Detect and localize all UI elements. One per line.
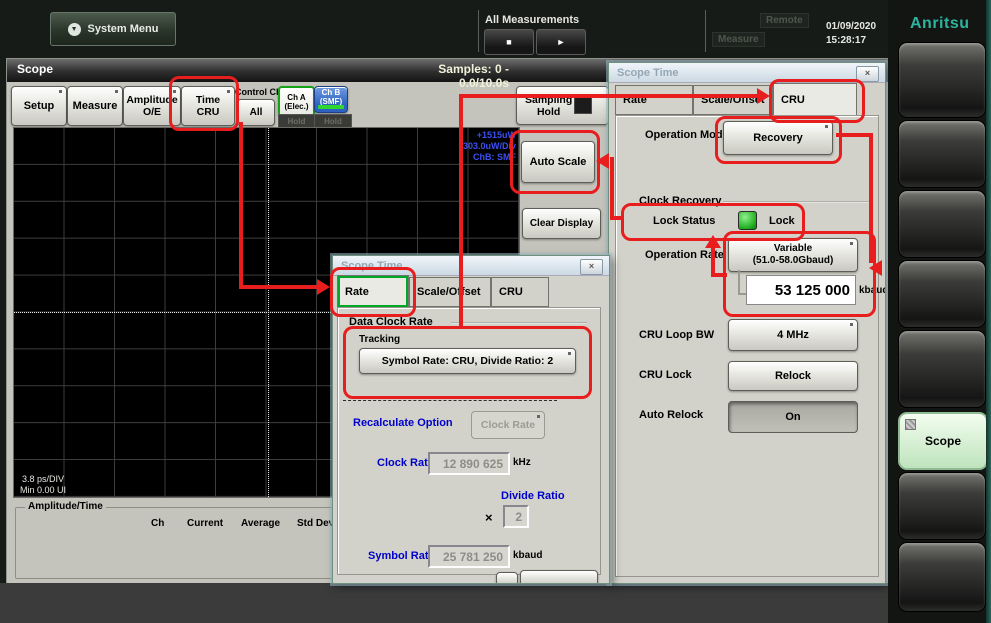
samples-status: Samples: 0 - 0.0/10.0s [387, 62, 509, 90]
bottom-strip [0, 583, 888, 623]
channel-a-hold-button[interactable]: Hold [278, 114, 315, 128]
symbol-rate-label: Symbol Rate [368, 550, 435, 562]
close-icon[interactable]: × [580, 259, 603, 275]
remote-indicator: Remote [760, 13, 809, 28]
col-stddev: Std Dev [297, 518, 334, 529]
function-key-sidebar: Anritsu Scope [888, 0, 991, 623]
sampling-indicator [574, 96, 592, 114]
clock-rate-field: 12 890 625 [428, 452, 510, 475]
divider [451, 322, 587, 324]
annotation-line [610, 157, 614, 220]
annotation-line [239, 285, 319, 289]
channel-b-level-bar [318, 105, 344, 109]
tab-scale-offset[interactable]: Scale/Offset [409, 277, 491, 307]
clipped-button[interactable] [496, 572, 518, 584]
function-key-button[interactable] [898, 42, 986, 118]
annotation-box-auto-scale [510, 130, 600, 194]
measure-indicator: Measure [712, 32, 765, 47]
col-average: Average [241, 518, 280, 529]
bezel-edge [986, 0, 991, 623]
annotation-box-time-cru [169, 76, 239, 131]
stop-measurements-button[interactable]: ■ [484, 29, 534, 55]
system-menu-label: System Menu [88, 23, 159, 35]
annotation-arrow-to-auto-scale [596, 153, 609, 169]
channel-b-hold-button[interactable]: Hold [314, 114, 352, 128]
control-ch-label: Control Ch [235, 87, 282, 97]
start-measurements-button[interactable]: ► [536, 29, 586, 55]
annotation-line [459, 94, 463, 328]
clipped-button[interactable] [520, 570, 598, 584]
multiply-sign: × [485, 510, 493, 525]
dashed-divider [343, 400, 557, 401]
cru-loop-bw-button[interactable]: 4 MHz [728, 319, 858, 351]
window-title: Scope [17, 62, 53, 76]
min-ui-label: Min 0.00 UI [20, 485, 66, 495]
scope-function-key[interactable]: Scope [898, 412, 988, 470]
symbol-rate-field: 25 781 250 [428, 545, 510, 568]
readout-channel: ChB: SMF [386, 152, 516, 163]
system-menu-button[interactable]: ▼ System Menu [50, 12, 176, 46]
channel-a-button[interactable]: Ch A (Elec.) [278, 86, 315, 117]
clock-rate-unit: kHz [513, 457, 531, 468]
col-ch: Ch [151, 518, 164, 529]
function-key-button[interactable] [898, 542, 986, 612]
auto-relock-label: Auto Relock [639, 409, 703, 421]
play-icon: ► [557, 37, 566, 47]
function-key-button[interactable] [898, 120, 986, 188]
annotation-arrow-to-rate-tab [317, 279, 330, 295]
menu-arrow-icon: ▼ [68, 23, 81, 36]
tab-cru[interactable]: CRU [491, 277, 549, 307]
function-key-button[interactable] [898, 330, 986, 408]
function-key-button[interactable] [898, 472, 986, 540]
date-label: 01/09/2020 [826, 21, 876, 32]
relock-button[interactable]: Relock [728, 361, 858, 391]
annotation-line [459, 94, 759, 98]
recalculate-option-label: Recalculate Option [353, 417, 453, 429]
setup-button[interactable]: Setup [11, 86, 67, 126]
time-scale-label: 3.8 ps/DIV [22, 474, 64, 484]
scope-key-label: Scope [925, 434, 961, 448]
function-key-button[interactable] [898, 260, 986, 328]
sampling-hold-button[interactable]: Sampling Hold [516, 86, 609, 125]
channel-b-button[interactable]: Ch B (SMF) [314, 86, 348, 113]
col-current: Current [187, 518, 223, 529]
recalculate-clock-rate-button: Clock Rate [471, 411, 545, 439]
divide-ratio-label: Divide Ratio [501, 490, 565, 502]
divider [478, 10, 479, 52]
annotation-box-rate-tab [330, 267, 416, 317]
annotation-box-recovery [715, 116, 842, 164]
divider [705, 10, 706, 52]
anritsu-logo: Anritsu [910, 15, 970, 33]
annotation-box-operation-rate [723, 231, 876, 317]
amplitude-time-group [15, 507, 335, 579]
stop-icon: ■ [506, 37, 511, 47]
amplitude-time-title: Amplitude/Time [25, 501, 106, 512]
annotation-line [239, 122, 243, 289]
scope-app-icon [905, 419, 916, 430]
channel-readout: +1515uW 303.0uW/Div ChB: SMF [386, 130, 516, 163]
clear-display-button[interactable]: Clear Display [522, 208, 601, 239]
top-bar: ▼ System Menu All Measurements ■ ► Measu… [0, 0, 991, 58]
instrument-screen: ▼ System Menu All Measurements ■ ► Measu… [0, 0, 991, 623]
all-measurements-label: All Measurements [485, 14, 579, 26]
annotation-box-tracking [343, 326, 592, 399]
divide-ratio-field: 2 [503, 505, 529, 528]
auto-relock-button[interactable]: On [728, 401, 858, 433]
cru-lock-label: CRU Lock [639, 369, 692, 381]
tab-rate[interactable]: Rate [615, 85, 693, 115]
symbol-rate-unit: kbaud [513, 550, 542, 561]
function-key-button[interactable] [898, 190, 986, 258]
readout-power: +1515uW [386, 130, 516, 141]
time-label: 15:28:17 [826, 35, 866, 46]
clock-rate-label: Clock Rate [377, 457, 434, 469]
annotation-arrow-to-lock-status [705, 235, 721, 248]
cru-loop-bw-label: CRU Loop BW [639, 329, 714, 341]
measure-button[interactable]: Measure [67, 86, 123, 126]
readout-scale: 303.0uW/Div [386, 141, 516, 152]
